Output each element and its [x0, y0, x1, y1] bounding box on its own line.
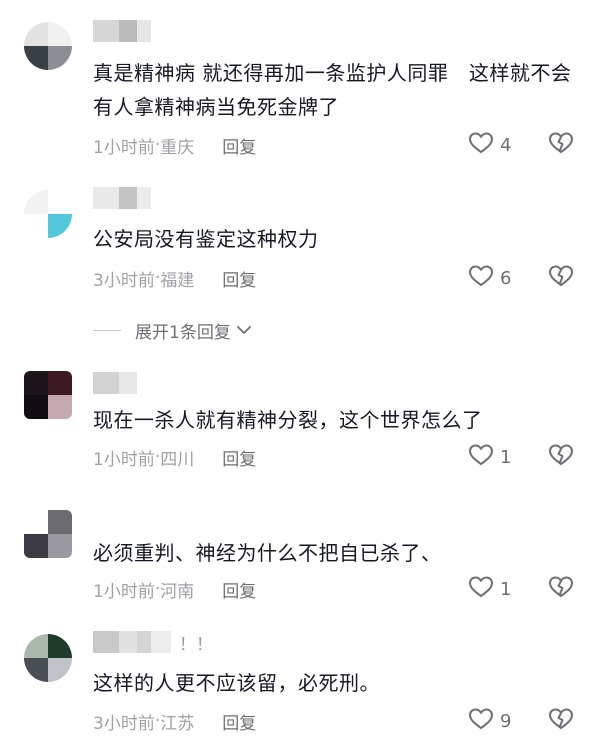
avatar-pixel — [24, 658, 48, 682]
username-mosaic-block — [119, 187, 137, 209]
comment-meta: 3小时前 · 江苏 回复 — [93, 707, 256, 735]
avatar-pixel — [24, 214, 48, 238]
location: 江苏 — [160, 713, 195, 734]
avatar-pixel — [24, 22, 48, 46]
dislike-button[interactable] — [546, 264, 576, 292]
avatar-pixel — [48, 634, 72, 658]
avatar-pixel — [48, 534, 72, 558]
username[interactable]: ！！ — [93, 631, 219, 655]
reply-button[interactable]: 回复 — [222, 577, 256, 602]
like-button[interactable]: 9 — [468, 707, 511, 735]
timestamp: 1小时前 — [93, 449, 155, 470]
avatar-pixel — [48, 46, 72, 70]
user-avatar[interactable] — [24, 510, 72, 558]
dislike-button[interactable] — [546, 575, 576, 603]
reply-button[interactable]: 回复 — [222, 445, 256, 470]
heart-outline-icon — [468, 264, 494, 292]
comment-text: 公安局没有鉴定这种权力 — [93, 227, 319, 251]
like-count: 4 — [500, 134, 512, 156]
username-mosaic-block — [137, 187, 151, 209]
like-count: 9 — [500, 710, 512, 732]
comment-list: 真是精神病 就还得再加一条监护人同罪 这样就不会有人拿精神病当免死金牌了 1小时… — [0, 0, 600, 745]
username-mosaic-block — [137, 631, 151, 653]
like-count: 1 — [500, 446, 512, 468]
broken-heart-icon — [547, 264, 575, 292]
user-avatar[interactable] — [24, 22, 72, 70]
comment-text: 真是精神病 就还得再加一条监护人同罪 这样就不会有人拿精神病当免死金牌了 — [93, 61, 572, 119]
comment-meta: 3小时前 · 福建 回复 — [93, 264, 256, 292]
heart-outline-icon — [468, 131, 494, 159]
avatar-pixel — [24, 190, 48, 214]
dislike-button[interactable] — [546, 131, 576, 159]
comment-text: 这样的人更不应该留，必死刑。 — [93, 671, 380, 695]
reply-button[interactable]: 回复 — [222, 266, 256, 291]
avatar-pixel — [24, 371, 48, 395]
like-button[interactable]: 6 — [468, 264, 511, 292]
avatar-pixel — [48, 214, 72, 238]
user-avatar[interactable] — [24, 634, 72, 682]
broken-heart-icon — [547, 575, 575, 603]
username-mosaic-block — [151, 631, 171, 653]
heart-outline-icon — [468, 707, 494, 735]
username-mosaic-block — [137, 20, 151, 42]
timestamp: 3小时前 — [93, 270, 155, 291]
dislike-button[interactable] — [546, 707, 576, 735]
comment-meta: 1小时前 · 四川 回复 — [93, 443, 256, 471]
username-mosaic-block — [119, 631, 137, 653]
username[interactable] — [93, 20, 151, 42]
dislike-button[interactable] — [546, 443, 576, 471]
like-count: 1 — [500, 578, 512, 600]
location: 福建 — [160, 270, 195, 291]
username[interactable] — [93, 187, 151, 209]
timestamp: 1小时前 — [93, 581, 155, 602]
location: 四川 — [160, 449, 195, 470]
broken-heart-icon — [547, 131, 575, 159]
chevron-down-icon — [236, 320, 251, 340]
user-avatar[interactable] — [24, 190, 72, 238]
comment-text: 必须重判、神经为什么不把自已杀了、 — [93, 541, 442, 565]
heart-outline-icon — [468, 443, 494, 471]
comment-text: 现在一杀人就有精神分裂，这个世界怎么了 — [93, 408, 483, 432]
username[interactable] — [93, 372, 137, 394]
heart-outline-icon — [468, 575, 494, 603]
expand-replies-label: 展开1条回复 — [135, 322, 231, 343]
username-mosaic-block — [93, 631, 119, 653]
avatar-pixel — [24, 395, 48, 419]
expand-replies-button[interactable]: 展开1条回复 — [93, 316, 251, 344]
broken-heart-icon — [547, 707, 575, 735]
user-avatar[interactable] — [24, 371, 72, 419]
avatar-pixel — [48, 22, 72, 46]
avatar-pixel — [24, 534, 48, 558]
timestamp: 3小时前 — [93, 713, 155, 734]
reply-button[interactable]: 回复 — [222, 133, 256, 158]
like-count: 6 — [500, 267, 512, 289]
location: 重庆 — [160, 137, 195, 158]
username-mosaic-block — [119, 372, 137, 394]
like-button[interactable]: 4 — [468, 131, 511, 159]
avatar-pixel — [48, 371, 72, 395]
avatar-pixel — [48, 658, 72, 682]
username-mosaic-block — [93, 20, 119, 42]
location: 河南 — [160, 581, 195, 602]
avatar-pixel — [48, 510, 72, 534]
username-text: ！！ — [179, 634, 213, 655]
avatar-pixel — [48, 395, 72, 419]
username-mosaic-block — [93, 187, 119, 209]
like-button[interactable]: 1 — [468, 575, 511, 603]
avatar-pixel — [24, 634, 48, 658]
username-mosaic-block — [119, 20, 137, 42]
like-button[interactable]: 1 — [468, 443, 511, 471]
username-mosaic-block — [93, 372, 119, 394]
broken-heart-icon — [547, 443, 575, 471]
reply-button[interactable]: 回复 — [222, 709, 256, 734]
avatar-pixel — [48, 190, 72, 214]
avatar-pixel — [24, 510, 48, 534]
divider-line — [93, 329, 121, 331]
comment-meta: 1小时前 · 重庆 回复 — [93, 131, 256, 159]
timestamp: 1小时前 — [93, 137, 155, 158]
avatar-pixel — [24, 46, 48, 70]
comment-meta: 1小时前 · 河南 回复 — [93, 575, 256, 603]
